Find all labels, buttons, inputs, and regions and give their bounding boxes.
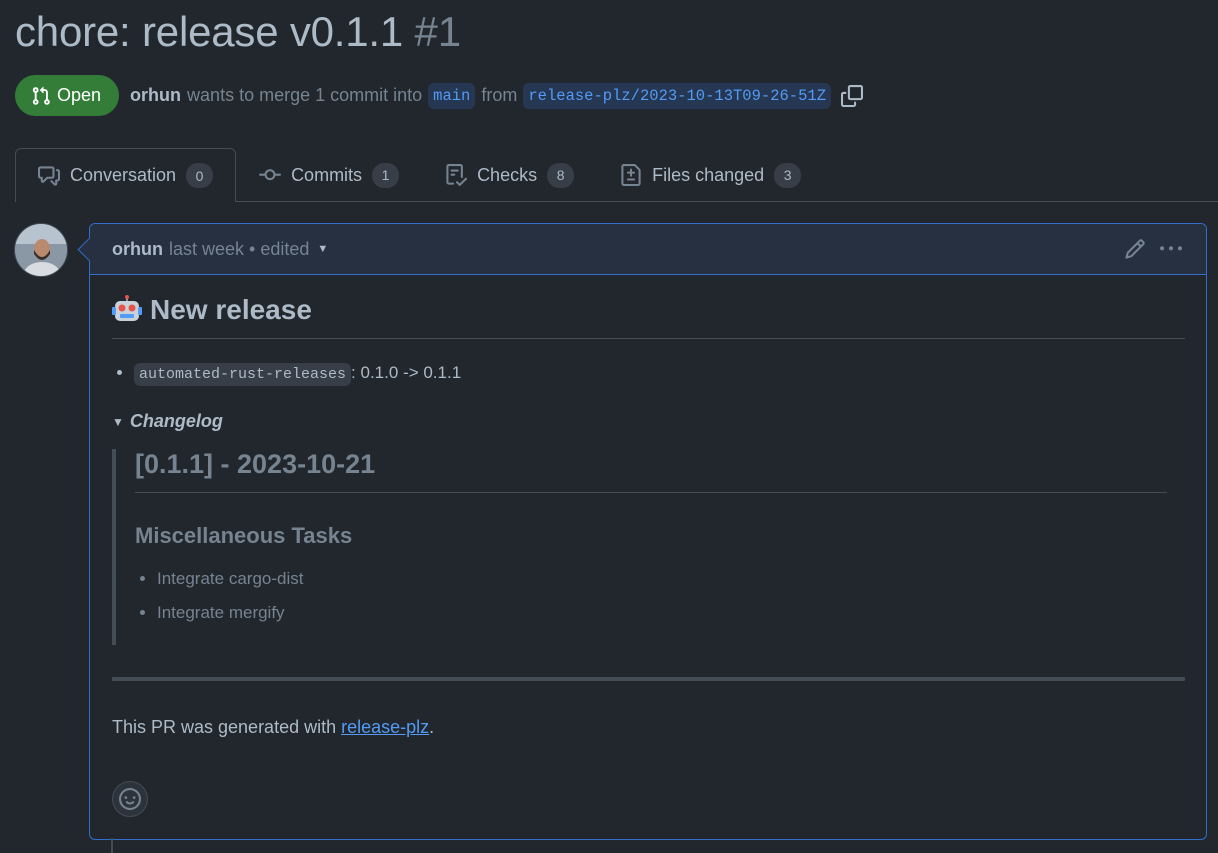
footer-suffix: . [429,717,435,737]
release-plz-link[interactable]: release-plz [341,717,429,737]
comment-body: New release automated-rust-releases: 0.1… [112,275,1185,817]
pr-meta: Open orhun wants to merge 1 commit into … [15,75,864,116]
release-heading: New release [112,294,1185,339]
comment-time[interactable]: last week [169,239,244,260]
tab-count: 1 [372,162,400,188]
summary-label: Changelog [129,411,223,431]
changelog-section-heading: Miscellaneous Tasks [135,523,353,548]
file-diff-icon [621,164,641,186]
head-branch-link[interactable]: release-plz/2023-10-13T09-26-51Z [523,82,832,109]
changelog-version-heading: [0.1.1] - 2023-10-21 [135,449,1167,493]
pr-title: chore: release v0.1.1 #1 [15,8,461,56]
pr-state-label: Open [57,85,102,105]
tab-label: Files changed [652,164,765,185]
from-text: from [481,85,518,105]
comment-discussion-icon [38,165,60,186]
package-name: automated-rust-releases [134,363,352,386]
comment-edited[interactable]: • edited [249,239,309,260]
base-branch-link[interactable]: main [428,82,476,109]
changelog-blockquote: [0.1.1] - 2023-10-21 Miscellaneous Tasks… [112,449,1185,645]
comment-author-link[interactable]: orhun [112,239,163,260]
checklist-icon [446,164,468,186]
comment-actions [1124,238,1182,260]
pr-state-badge: Open [15,75,120,116]
timeline-line [111,838,113,853]
pr-author-link[interactable]: orhun [130,85,181,106]
tab-label: Commits [291,164,363,185]
tab-count: 0 [186,163,214,188]
task-list: Integrate cargo-dist Integrate mergify [157,569,1167,623]
pr-description-comment: orhun last week • edited ▼ New release a… [89,223,1207,840]
package-list: automated-rust-releases: 0.1.0 -> 0.1.1 [134,363,1185,386]
git-commit-icon [259,169,282,181]
git-pull-request-icon [32,86,50,105]
tab-count: 3 [774,162,802,188]
tab-commits[interactable]: Commits 1 [236,148,422,201]
divider [112,677,1185,681]
list-item: automated-rust-releases: 0.1.0 -> 0.1.1 [134,363,1185,386]
comment-header: orhun last week • edited ▼ [90,224,1206,275]
pr-number: #1 [414,8,462,55]
pencil-icon[interactable] [1124,238,1146,260]
tab-label: Conversation [70,165,177,185]
list-item: Integrate cargo-dist [157,569,1167,589]
pr-merge-info: orhun wants to merge 1 commit into main … [130,82,864,109]
avatar[interactable] [14,223,68,277]
footer-note: This PR was generated with release-plz. [112,717,1185,738]
copy-icon[interactable] [841,84,864,107]
pr-tabs: Conversation 0 Commits 1 Checks 8 Files … [15,148,1218,202]
heading-text: New release [150,294,312,325]
chevron-down-icon[interactable]: ▼ [317,243,328,255]
tab-count: 8 [547,162,575,188]
tab-label: Checks [477,164,538,185]
pr-title-text: chore: release v0.1.1 [15,8,404,55]
avatar-image [15,224,67,276]
tab-conversation[interactable]: Conversation 0 [15,148,237,202]
list-item: Integrate mergify [157,603,1167,623]
changelog-summary[interactable]: ▼ Changelog [112,411,1185,432]
tab-checks[interactable]: Checks 8 [422,148,597,201]
tab-files-changed[interactable]: Files changed 3 [597,148,824,201]
kebab-horizontal-icon[interactable] [1160,238,1182,260]
robot-icon [112,295,142,321]
triangle-down-icon: ▼ [112,414,124,429]
merge-text: wants to merge 1 commit into [187,85,423,105]
add-reaction-button[interactable] [112,781,148,817]
footer-prefix: This PR was generated with [112,717,342,737]
smiley-icon [119,788,141,810]
package-change: : 0.1.0 -> 0.1.1 [351,363,462,382]
